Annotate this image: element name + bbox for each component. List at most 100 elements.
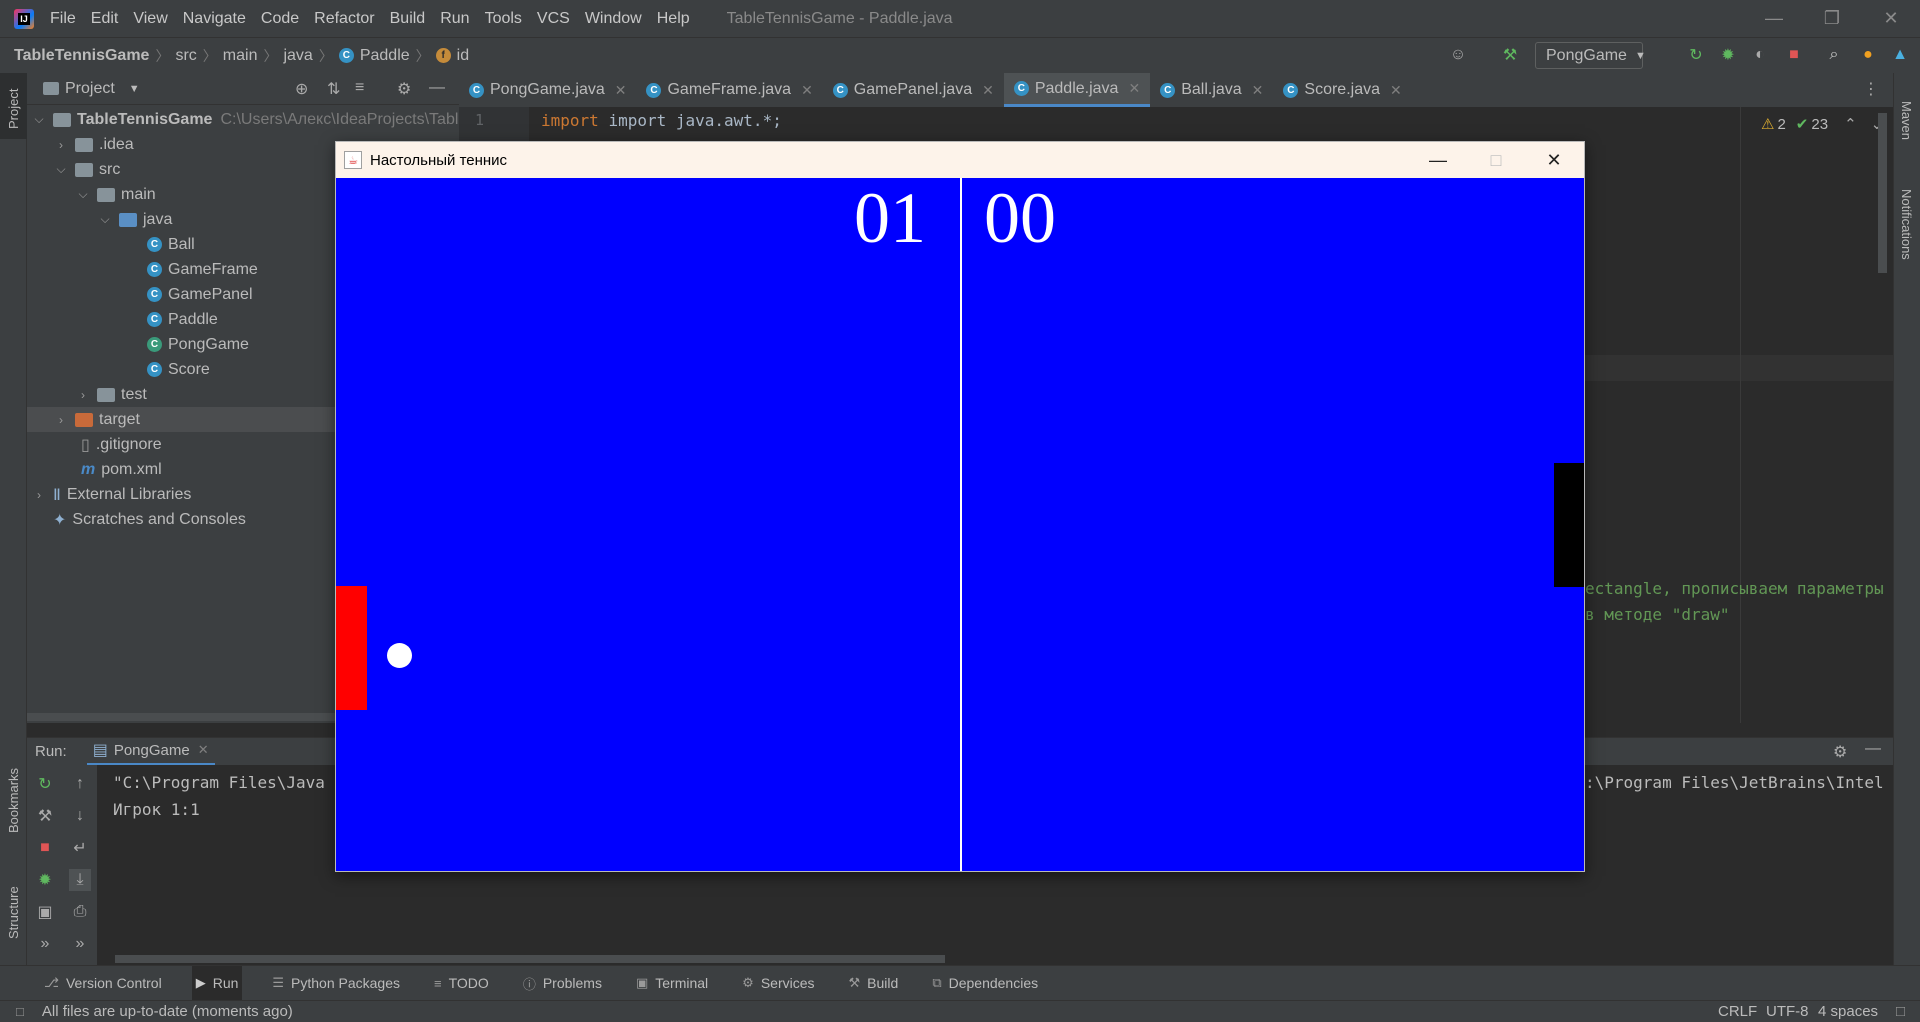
- game-window[interactable]: ☕ Настольный теннис — □ ✕ 01 00: [335, 141, 1585, 872]
- tree-item-class[interactable]: C Ball: [147, 232, 195, 257]
- close-icon[interactable]: ✕: [198, 742, 209, 758]
- tab-gameframe[interactable]: C GameFrame.java ✕: [636, 73, 822, 107]
- tab-gamepanel[interactable]: C GamePanel.java ✕: [823, 73, 1004, 107]
- tree-item-external-libraries[interactable]: › Ⅱ External Libraries: [31, 482, 191, 507]
- hide-icon[interactable]: —: [1865, 740, 1881, 758]
- close-icon[interactable]: ✕: [1525, 142, 1583, 178]
- line-separator[interactable]: CRLF: [1718, 1003, 1757, 1020]
- wrench-icon[interactable]: ⚒: [34, 805, 56, 827]
- tree-item-main[interactable]: ⌵ main: [75, 182, 155, 207]
- tool-build[interactable]: ⚒ Build: [845, 966, 903, 1001]
- tool-dependencies[interactable]: ⧉ Dependencies: [928, 966, 1042, 1001]
- collapse-all-icon[interactable]: ≡: [355, 79, 364, 97]
- tool-todo[interactable]: ≡ TODO: [430, 966, 493, 1001]
- menu-file[interactable]: File: [50, 10, 76, 28]
- game-canvas[interactable]: 01 00: [336, 178, 1584, 871]
- rerun-icon[interactable]: ↻: [1686, 45, 1706, 65]
- horizontal-scrollbar[interactable]: [115, 955, 945, 963]
- tree-item-target[interactable]: › target: [53, 407, 140, 432]
- breadcrumb-paddle[interactable]: Paddle: [360, 47, 410, 65]
- tree-item-class[interactable]: C Paddle: [147, 307, 218, 332]
- close-icon[interactable]: ✕: [1252, 82, 1264, 99]
- run-configuration-select[interactable]: PongGame ▼: [1535, 42, 1646, 69]
- tree-item-src[interactable]: ⌵ src: [53, 157, 120, 182]
- locate-icon[interactable]: ⊕: [295, 79, 308, 99]
- chevron-down-icon[interactable]: ▼: [129, 83, 140, 95]
- tree-item-idea[interactable]: › .idea: [53, 132, 134, 157]
- more-icon[interactable]: »: [34, 933, 56, 955]
- bookmarks-tool-label[interactable]: Bookmarks: [6, 768, 21, 833]
- close-icon[interactable]: ✕: [615, 82, 627, 99]
- rerun-icon[interactable]: ↻: [34, 773, 56, 795]
- gear-icon[interactable]: ⚙: [1833, 742, 1847, 762]
- layout-icon[interactable]: □: [16, 1004, 24, 1019]
- build-hammer-icon[interactable]: ⚒: [1500, 45, 1520, 65]
- indent-setting[interactable]: 4 spaces: [1818, 1003, 1878, 1020]
- close-icon[interactable]: ✕: [1862, 0, 1920, 37]
- tree-item-class[interactable]: C GamePanel: [147, 282, 253, 307]
- breadcrumb-src[interactable]: src: [175, 47, 196, 65]
- vertical-scrollbar[interactable]: [1878, 113, 1887, 273]
- menu-run[interactable]: Run: [440, 10, 469, 28]
- menu-edit[interactable]: Edit: [91, 10, 119, 28]
- run-tab-ponggame[interactable]: ▤ PongGame ✕: [86, 738, 215, 766]
- arrow-up-icon[interactable]: ↑: [69, 773, 91, 795]
- stop-icon[interactable]: ■: [1784, 45, 1804, 65]
- tab-ball[interactable]: C Ball.java ✕: [1150, 73, 1273, 107]
- more-icon[interactable]: ⋮: [1863, 79, 1879, 99]
- tab-paddle[interactable]: C Paddle.java ✕: [1003, 73, 1151, 107]
- tab-score[interactable]: C Score.java ✕: [1273, 73, 1411, 107]
- menu-tools[interactable]: Tools: [485, 10, 522, 28]
- minimize-icon[interactable]: —: [1409, 142, 1467, 178]
- breadcrumb-project[interactable]: TableTennisGame: [14, 47, 149, 65]
- game-window-title-bar[interactable]: ☕ Настольный теннис — □ ✕: [336, 142, 1584, 178]
- file-encoding[interactable]: UTF-8: [1766, 1003, 1809, 1020]
- project-tool-button[interactable]: Project: [0, 73, 27, 139]
- hide-icon[interactable]: —: [429, 79, 445, 97]
- restore-icon[interactable]: ❐: [1803, 0, 1861, 37]
- tab-ponggame[interactable]: C PongGame.java ✕: [459, 73, 636, 107]
- breadcrumb-id[interactable]: id: [457, 47, 469, 65]
- close-icon[interactable]: ✕: [1128, 80, 1140, 97]
- soft-wrap-icon[interactable]: ↵: [69, 837, 91, 859]
- menu-build[interactable]: Build: [390, 10, 426, 28]
- menu-help[interactable]: Help: [657, 10, 690, 28]
- tool-python-packages[interactable]: ☰ Python Packages: [268, 966, 404, 1001]
- toolbox-icon[interactable]: ▲: [1890, 45, 1910, 65]
- menu-view[interactable]: View: [133, 10, 167, 28]
- stop-icon[interactable]: ■: [34, 837, 56, 859]
- tree-item-scratches[interactable]: ✦ Scratches and Consoles: [53, 507, 246, 532]
- menu-refactor[interactable]: Refactor: [314, 10, 374, 28]
- breadcrumb-main[interactable]: main: [223, 47, 258, 65]
- debug-icon[interactable]: ✹: [1718, 45, 1738, 65]
- tool-version-control[interactable]: ⎇ Version Control: [40, 966, 166, 1001]
- tree-item-class[interactable]: C Score: [147, 357, 210, 382]
- camera-icon[interactable]: ▣: [34, 901, 56, 923]
- structure-tool-label[interactable]: Structure: [6, 886, 21, 939]
- project-panel-title[interactable]: Project: [65, 80, 115, 98]
- maven-tool-label[interactable]: Maven: [1899, 101, 1914, 140]
- tree-item-pom[interactable]: m pom.xml: [81, 457, 162, 482]
- menu-window[interactable]: Window: [585, 10, 642, 28]
- print-icon[interactable]: ⎙: [69, 901, 91, 923]
- tree-item-project-root[interactable]: ⌵ TableTennisGame C:\Users\Алекс\IdeaPro…: [31, 107, 484, 132]
- scroll-to-end-icon[interactable]: ⤓: [69, 869, 91, 891]
- close-icon[interactable]: ✕: [1390, 82, 1402, 99]
- menu-code[interactable]: Code: [261, 10, 299, 28]
- menu-navigate[interactable]: Navigate: [183, 10, 246, 28]
- search-icon[interactable]: ⌕: [1824, 45, 1844, 65]
- tree-item-test[interactable]: › test: [75, 382, 147, 407]
- more-icon[interactable]: »: [69, 933, 91, 955]
- tree-item-gitignore[interactable]: ▯ .gitignore: [81, 432, 162, 457]
- close-icon[interactable]: ✕: [801, 82, 813, 99]
- breadcrumb-java[interactable]: java: [283, 47, 312, 65]
- tree-item-class[interactable]: C PongGame: [147, 332, 249, 357]
- arrow-down-icon[interactable]: ↓: [69, 805, 91, 827]
- notifications-tool-label[interactable]: Notifications: [1899, 189, 1914, 260]
- menu-vcs[interactable]: VCS: [537, 10, 570, 28]
- update-icon[interactable]: ●: [1858, 45, 1878, 65]
- status-message[interactable]: All files are up-to-date (moments ago): [42, 1003, 293, 1020]
- minimize-icon[interactable]: —: [1745, 0, 1803, 37]
- user-icon[interactable]: ☺: [1448, 45, 1468, 65]
- coverage-icon[interactable]: ◐: [1750, 45, 1770, 65]
